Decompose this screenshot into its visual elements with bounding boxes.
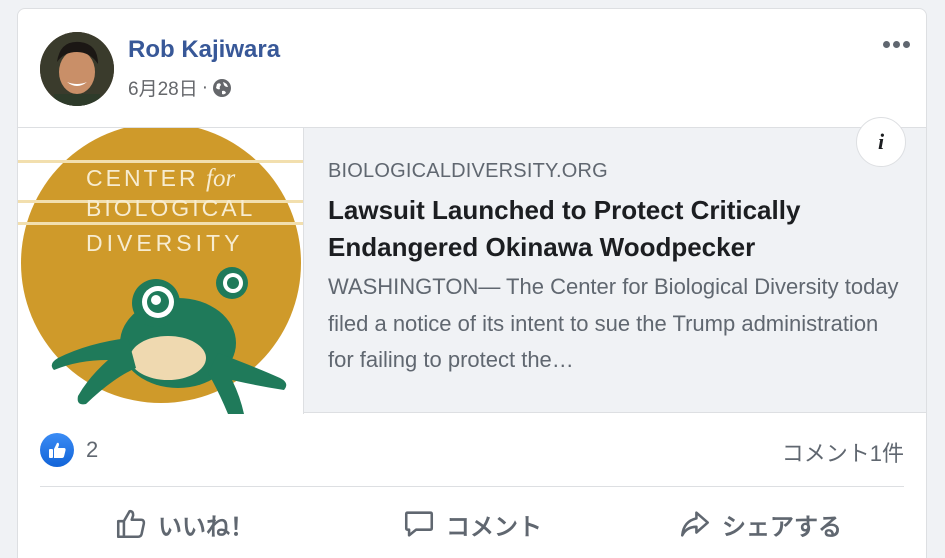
action-bar: いいね！ コメント シェアする bbox=[40, 496, 904, 552]
center-for-biological-diversity-logo: CENTER for BIOLOGICAL DIVERSITY bbox=[18, 128, 303, 414]
author-avatar[interactable] bbox=[40, 32, 114, 106]
logo-line-center: CENTER bbox=[86, 165, 199, 191]
dot bbox=[883, 41, 890, 48]
avatar-photo bbox=[40, 32, 114, 106]
logo-line-for: for bbox=[206, 165, 235, 192]
link-description: WASHINGTON— The Center for Biological Di… bbox=[328, 274, 899, 372]
post-meta: 6月28日 · bbox=[128, 74, 232, 101]
like-button[interactable]: いいね！ bbox=[40, 496, 328, 552]
logo-line-diversity: DIVERSITY bbox=[86, 230, 243, 256]
comment-button[interactable]: コメント bbox=[328, 496, 616, 552]
reaction-count: 2 bbox=[86, 437, 99, 462]
dot bbox=[893, 41, 900, 48]
link-title[interactable]: Lawsuit Launched to Protect Critically E… bbox=[328, 192, 888, 266]
thumbs-up-icon bbox=[116, 509, 146, 539]
info-icon[interactable]: i bbox=[856, 117, 906, 167]
like-reaction-icon bbox=[40, 433, 74, 467]
logo-line-biological: BIOLOGICAL bbox=[86, 195, 255, 221]
reaction-summary[interactable]: 2 bbox=[40, 433, 98, 467]
more-options-icon[interactable] bbox=[883, 41, 910, 48]
dot bbox=[903, 41, 910, 48]
share-icon bbox=[680, 511, 710, 537]
share-button[interactable]: シェアする bbox=[616, 496, 904, 552]
author-name[interactable]: Rob Kajiwara bbox=[128, 36, 280, 64]
post-date[interactable]: 6月28日 bbox=[128, 74, 198, 101]
globe-icon[interactable] bbox=[212, 78, 232, 98]
comment-label: コメント bbox=[446, 513, 542, 541]
post-card: Rob Kajiwara 6月28日 · CENTER for BIOLOGIC… bbox=[17, 8, 927, 558]
divider bbox=[40, 486, 904, 487]
meta-separator: · bbox=[201, 76, 209, 98]
thumbs-up-glyph bbox=[49, 442, 66, 458]
link-preview[interactable]: CENTER for BIOLOGICAL DIVERSITY BIOLOGIC… bbox=[18, 117, 926, 414]
comment-count[interactable]: コメント1件 bbox=[782, 436, 904, 468]
link-thumbnail: CENTER for BIOLOGICAL DIVERSITY bbox=[18, 128, 304, 414]
like-label: いいね！ bbox=[158, 513, 254, 541]
share-label: シェアする bbox=[722, 513, 842, 541]
comment-icon bbox=[404, 511, 434, 537]
link-domain: BIOLOGICALDIVERSITY.ORG bbox=[328, 160, 608, 182]
